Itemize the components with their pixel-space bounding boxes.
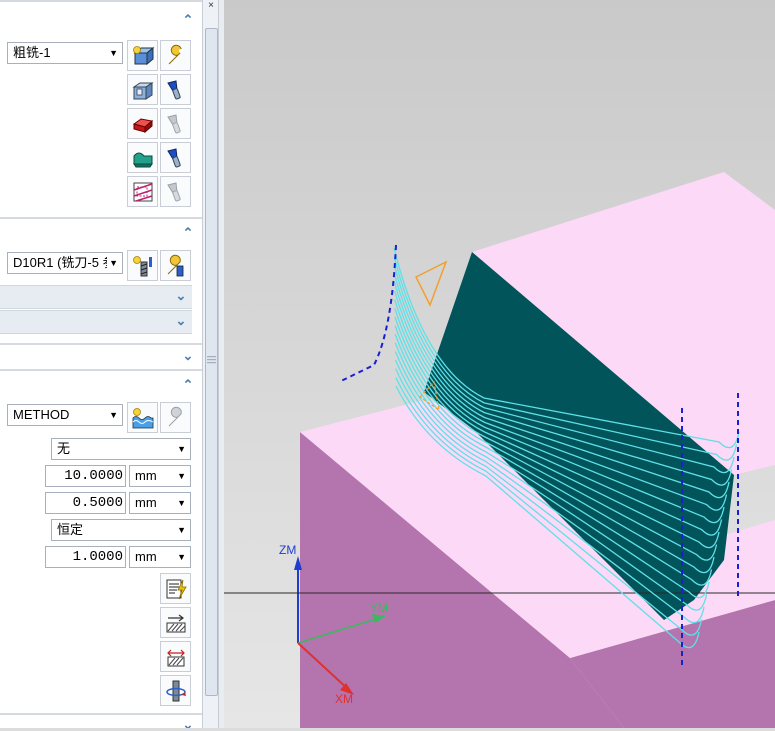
wrench-icon <box>168 44 183 65</box>
specify-part-button[interactable] <box>127 74 158 105</box>
verify-icon <box>167 649 185 667</box>
chevron-down-icon: ▼ <box>109 48 118 58</box>
section-divider <box>0 713 202 715</box>
y-axis-label: YM <box>370 601 388 615</box>
unit1-select[interactable]: mm ▼ <box>129 465 191 487</box>
geometry-create-icon <box>133 46 155 66</box>
tool-create-icon <box>133 256 152 277</box>
value2-text: 0.5000 <box>72 495 123 511</box>
collapse-method-section-chevron-up-icon[interactable]: ⌃ <box>181 378 195 392</box>
tool-edit-icon <box>167 254 184 277</box>
unit1-value: mm <box>135 468 157 483</box>
unit2-value: mm <box>135 495 157 510</box>
expand-section-chevron-down-icon[interactable]: ⌄ <box>181 349 195 363</box>
program-select-value: 粗铣-1 <box>13 45 51 60</box>
specify-trim-boundary-button[interactable] <box>127 176 158 207</box>
replay-button[interactable] <box>160 607 191 638</box>
flashlight-disabled-icon <box>167 182 181 202</box>
tool-select[interactable]: D10R1 (铣刀-5 参 ▼ <box>7 252 123 274</box>
program-select[interactable]: 粗铣-1 ▼ <box>7 42 123 64</box>
tool-axis-subsection[interactable]: ⌄ <box>0 285 192 309</box>
value2-input[interactable]: 0.5000 <box>45 492 126 514</box>
grip-icon: — — — <box>207 351 216 367</box>
chevron-down-icon: ▼ <box>177 525 186 535</box>
chevron-down-icon: ▼ <box>177 444 186 454</box>
display-trim-boundary-button <box>160 176 191 207</box>
edit-geometry-button[interactable] <box>160 40 191 71</box>
chevron-down-icon: ▼ <box>177 498 186 508</box>
section-divider <box>0 217 202 219</box>
edit-tool-button[interactable] <box>160 250 191 281</box>
method-select-value: METHOD <box>13 407 70 422</box>
option1-select[interactable]: 无 ▼ <box>51 438 191 460</box>
chevron-down-icon: ▼ <box>177 552 186 562</box>
unit3-value: mm <box>135 549 157 564</box>
generate-icon <box>166 579 187 600</box>
model-view[interactable]: ZM YM XM <box>224 0 775 728</box>
create-tool-button[interactable] <box>127 250 158 281</box>
value1-text: 10.0000 <box>64 468 123 484</box>
section-divider <box>0 343 202 345</box>
x-axis-label: XM <box>335 692 353 706</box>
expand-chevron-down-icon[interactable]: ⌄ <box>174 314 188 328</box>
collapse-section-chevron-up-icon[interactable]: ⌃ <box>181 13 195 27</box>
operation-dialog-panel: ⌃ 粗铣-1 ▼ ⌃ D10R1 (铣刀-5 参 ▼ ⌄ ⌄ ⌄ ⌃ METHO… <box>0 0 202 728</box>
specify-blank-button[interactable] <box>127 108 158 139</box>
value3-input[interactable]: 1.0000 <box>45 546 126 568</box>
panel-scrollbar[interactable]: × — — — <box>202 0 219 728</box>
expand-section-chevron-down-icon[interactable]: ⌄ <box>181 718 195 729</box>
chevron-down-icon: ▼ <box>107 253 118 273</box>
list-button[interactable] <box>160 675 191 706</box>
option2-select[interactable]: 恒定 ▼ <box>51 519 191 541</box>
display-check-button[interactable] <box>160 142 191 173</box>
flashlight-icon <box>167 80 181 100</box>
method-select[interactable]: METHOD ▼ <box>7 404 123 426</box>
z-axis-label: ZM <box>279 543 296 557</box>
replay-icon <box>166 614 186 633</box>
tool-select-value: D10R1 (铣刀-5 参 <box>13 255 116 270</box>
graphics-viewport[interactable]: ZM YM XM <box>224 0 775 728</box>
option1-select-value: 无 <box>57 441 71 456</box>
unit2-select[interactable]: mm ▼ <box>129 492 191 514</box>
check-geometry-icon <box>133 152 153 168</box>
specify-check-button[interactable] <box>127 142 158 173</box>
value3-text: 1.0000 <box>72 549 123 565</box>
method-create-icon <box>132 408 154 429</box>
chevron-down-icon: ▼ <box>177 471 186 481</box>
edit-method-button <box>160 402 191 433</box>
display-blank-button <box>160 108 191 139</box>
flashlight-icon <box>167 148 181 168</box>
expand-chevron-down-icon[interactable]: ⌄ <box>174 289 188 303</box>
close-icon[interactable]: × <box>205 0 217 14</box>
list-icon <box>166 680 186 702</box>
value1-input[interactable]: 10.0000 <box>45 465 126 487</box>
tool-compensation-subsection[interactable]: ⌄ <box>0 310 192 334</box>
display-part-button[interactable] <box>160 74 191 105</box>
verify-button[interactable] <box>160 641 191 672</box>
create-method-button[interactable] <box>127 402 158 433</box>
option2-select-value: 恒定 <box>57 522 84 537</box>
flashlight-disabled-icon <box>167 114 181 134</box>
trim-boundary-icon <box>133 182 153 202</box>
generate-toolpath-button[interactable] <box>160 573 191 604</box>
wrench-disabled-icon <box>168 406 182 427</box>
chevron-down-icon: ▼ <box>109 410 118 420</box>
section-divider <box>0 369 202 371</box>
part-icon <box>132 82 154 100</box>
collapse-tool-section-chevron-up-icon[interactable]: ⌃ <box>181 226 195 240</box>
create-geometry-button[interactable] <box>127 40 158 71</box>
blank-icon <box>132 118 154 134</box>
unit3-select[interactable]: mm ▼ <box>129 546 191 568</box>
section-divider <box>0 0 202 2</box>
